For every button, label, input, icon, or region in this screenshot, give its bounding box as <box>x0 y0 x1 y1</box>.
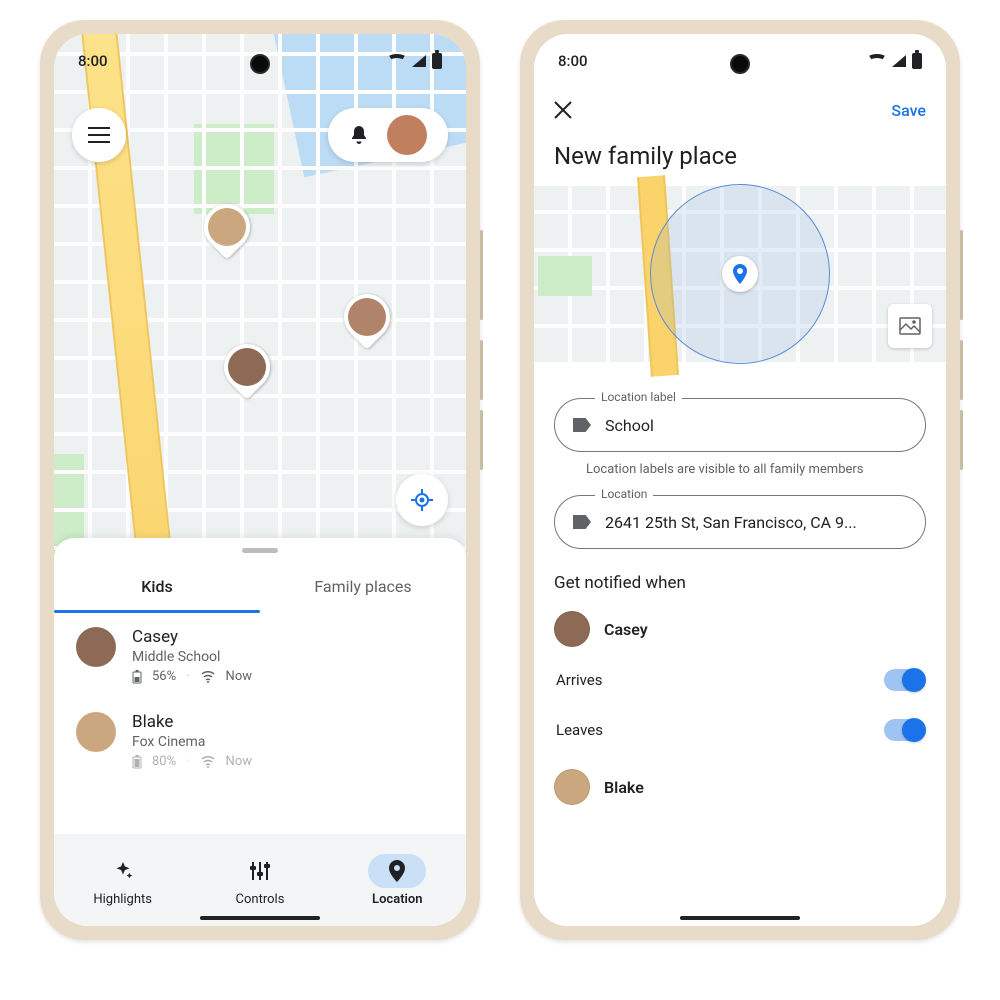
bell-icon <box>349 124 369 146</box>
notifications-profile[interactable] <box>328 108 448 162</box>
page-title: New family place <box>554 142 737 170</box>
person-row: Blake <box>554 769 926 805</box>
battery-icon <box>912 53 922 69</box>
battery-icon <box>132 755 142 769</box>
status-time: 8:00 <box>558 52 588 70</box>
image-picker-button[interactable] <box>888 304 932 348</box>
list-item[interactable]: Blake Fox Cinema 80% · Now <box>54 698 466 783</box>
map-preview[interactable] <box>534 186 946 362</box>
nav-highlights[interactable]: Highlights <box>63 854 183 907</box>
field-value: School <box>605 416 654 435</box>
phone-left: 8:00 Kids Famil <box>40 20 480 940</box>
avatar <box>554 611 590 647</box>
drag-handle[interactable] <box>242 548 278 553</box>
person-name: Casey <box>604 620 648 639</box>
nav-label: Controls <box>236 892 285 907</box>
wifi-icon <box>868 54 886 68</box>
battery-value: 80% <box>152 754 176 769</box>
location-pin-icon <box>732 264 748 284</box>
phone-right: 8:00 Save New family place <box>520 20 960 940</box>
section-header: Get notified when <box>554 573 926 593</box>
switch-on[interactable] <box>884 719 924 741</box>
toggle-label: Leaves <box>556 721 603 739</box>
signal-icon <box>892 55 906 67</box>
switch-on[interactable] <box>884 669 924 691</box>
kid-location: Fox Cinema <box>132 734 444 750</box>
home-indicator[interactable] <box>200 916 320 920</box>
kid-location: Middle School <box>132 649 444 665</box>
signal-time: Now <box>226 669 252 684</box>
camera-hole <box>250 54 270 74</box>
close-button[interactable] <box>554 101 572 119</box>
signal-icon <box>200 671 216 683</box>
toggle-label: Arrives <box>556 671 602 689</box>
signal-icon <box>412 55 426 67</box>
geofence-center[interactable] <box>722 256 758 292</box>
sparkle-icon <box>112 860 134 882</box>
wifi-icon <box>388 54 406 68</box>
avatar <box>76 627 116 667</box>
battery-value: 56% <box>152 669 176 684</box>
bottom-sheet: Kids Family places Casey Middle School 5… <box>54 538 466 926</box>
avatar <box>76 712 116 752</box>
bottom-nav: Highlights Controls Location <box>54 834 466 926</box>
toggle-leaves[interactable]: Leaves <box>554 705 926 755</box>
image-icon <box>899 317 921 335</box>
kid-name: Blake <box>132 712 444 732</box>
menu-button[interactable] <box>72 108 126 162</box>
field-legend: Location label <box>595 390 682 404</box>
menu-icon <box>88 127 110 143</box>
tab-family-places[interactable]: Family places <box>260 565 466 610</box>
home-indicator[interactable] <box>680 916 800 920</box>
tag-icon <box>573 515 591 529</box>
nav-location[interactable]: Location <box>337 854 457 907</box>
nav-label: Location <box>372 892 423 907</box>
location-pin-icon <box>388 860 406 882</box>
person-name: Blake <box>604 778 644 797</box>
nav-controls[interactable]: Controls <box>200 854 320 907</box>
save-button[interactable]: Save <box>891 101 926 120</box>
battery-icon <box>432 53 442 69</box>
field-hint: Location labels are visible to all famil… <box>586 462 926 477</box>
location-address-field[interactable]: Location 2641 25th St, San Francisco, CA… <box>554 495 926 549</box>
tab-kids[interactable]: Kids <box>54 565 260 610</box>
location-label-field[interactable]: Location label School <box>554 398 926 452</box>
my-location-button[interactable] <box>396 474 448 526</box>
nav-label: Highlights <box>93 892 152 907</box>
field-value: 2641 25th St, San Francisco, CA 9... <box>605 513 857 532</box>
tag-icon <box>573 418 591 432</box>
signal-icon <box>200 756 216 768</box>
kid-name: Casey <box>132 627 444 647</box>
toggle-arrives[interactable]: Arrives <box>554 655 926 705</box>
person-row: Casey <box>554 611 926 647</box>
signal-time: Now <box>226 754 252 769</box>
field-legend: Location <box>595 487 653 501</box>
battery-icon <box>132 670 142 684</box>
list-item[interactable]: Casey Middle School 56% · Now <box>54 613 466 698</box>
avatar[interactable] <box>387 115 427 155</box>
avatar <box>554 769 590 805</box>
crosshair-icon <box>410 488 434 512</box>
sliders-icon <box>249 861 271 881</box>
status-time: 8:00 <box>78 52 108 70</box>
close-icon <box>554 101 572 119</box>
camera-hole <box>730 54 750 74</box>
